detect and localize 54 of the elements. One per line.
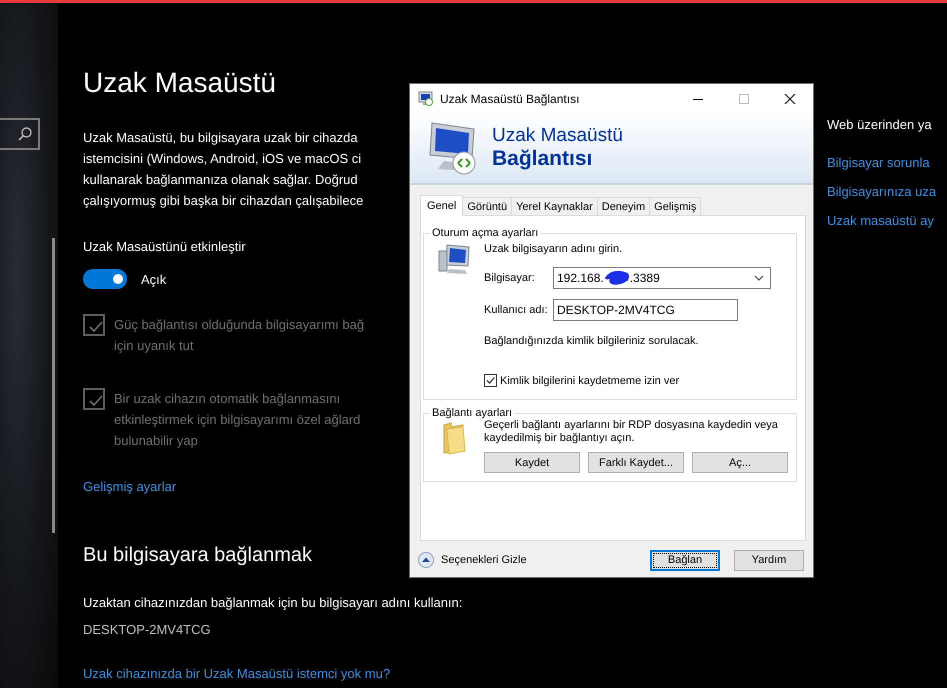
check-icon (485, 375, 496, 386)
checkbox[interactable] (484, 374, 497, 387)
info-text: Bağlandığınızda kimlik bilgileriniz sorulacak. (484, 334, 700, 348)
monitor-icon (418, 90, 434, 106)
file-button[interactable]: Kaydet (484, 452, 580, 473)
folder-icon (441, 421, 467, 455)
tab[interactable]: Deneyim (596, 197, 650, 215)
advanced-settings-link[interactable]: Gelişmiş ayarlar (83, 477, 176, 497)
instruction-text: Uzaktan cihazınızdan bağlanmak için bu bilgisayarı adını kullanın: (83, 594, 462, 612)
window-title: Uzak Masaüstü Bağlantısı (440, 92, 580, 106)
tab[interactable]: Genel (420, 195, 464, 216)
toggle-label: Uzak Masaüstünü etkinleştir (83, 238, 246, 256)
username-field[interactable]: DESKTOP-2MV4TCG (553, 299, 738, 321)
search-icon (18, 127, 32, 141)
field-label: Kullanıcı adı: (484, 304, 549, 316)
checkbox-label: Güç bağlantısı olduğunda bilgisayarımı bağ için uyanık tut (114, 316, 364, 355)
maximize-icon (738, 94, 750, 104)
description-text: kullanarak bağlanmanıza olanak sağlar. Doğrud (83, 171, 359, 189)
group-label: Oturum açma ayarları (431, 227, 540, 239)
page-title: Uzak Masaüstü (83, 66, 276, 100)
connection-description: Geçerli bağlantı ayarlarını bir RDP dosyasına kaydedin veya kaydedilmiş bir bağlantıyı açın. (484, 419, 779, 445)
computer-combobox[interactable]: 192.168. .3389 (553, 267, 771, 289)
toggle-switch[interactable] (83, 269, 127, 289)
description-text: istemcisini (Windows, Android, iOS ve macOS ci (83, 150, 362, 168)
file-button[interactable]: Farklı Kaydet... (588, 452, 684, 473)
tab[interactable]: Gelişmiş (649, 197, 702, 215)
tab[interactable]: Yerel Kaynaklar (511, 197, 598, 215)
checkbox-label: Bir uzak cihazın otomatik bağlanmasını etkinleştirmek için bilgisayarımı özel ağlard bulunabilir yap (114, 390, 360, 450)
hide-options-link[interactable]: Seçenekleri Gizle (441, 554, 527, 566)
group-label: Bağlantı ayarları (431, 407, 514, 419)
toggle-state-label: Açık (141, 272, 166, 286)
description-text: Uzak Masaüstü, bu bilgisayara uzak bir cihazda (83, 129, 359, 147)
search-field[interactable] (0, 118, 40, 150)
dialog-button[interactable]: Yardım (734, 550, 804, 570)
field-label: Bilgisayar: (484, 272, 536, 284)
description-text: çalışıyormuş gibi başka bir cihazdan çalışabilece (83, 192, 364, 210)
monitor-icon (437, 242, 471, 276)
chevron-down-icon (754, 275, 764, 281)
redaction-scribble (604, 270, 630, 286)
help-link[interactable]: Bilgisayar sorunla (827, 153, 936, 173)
prompt-text: Uzak bilgisayarın adını girin. (484, 242, 624, 256)
banner-title: Bağlantısı (492, 146, 594, 171)
help-link[interactable]: Bilgisayarınıza uza (827, 182, 936, 202)
close-icon (784, 94, 796, 104)
pc-name: DESKTOP-2MV4TCG (83, 621, 211, 639)
help-link[interactable]: Uzak masaüstü ay (827, 211, 936, 231)
checkbox-label: Kimlik bilgilerini kaydetmeme izin ver (500, 374, 680, 386)
banner-title: Uzak Masaüstü (492, 125, 623, 146)
web-help-title: Web üzerinden ya (827, 116, 933, 134)
section-title: Bu bilgisayara bağlanmak (83, 543, 312, 568)
file-button[interactable]: Aç... (692, 452, 788, 473)
dialog-button[interactable]: Bağlan (650, 550, 720, 570)
scrollbar-thumb[interactable] (52, 238, 55, 533)
client-help-link[interactable]: Uzak cihazınızda bir Uzak Masaüstü istemci yok mu? (83, 664, 390, 684)
